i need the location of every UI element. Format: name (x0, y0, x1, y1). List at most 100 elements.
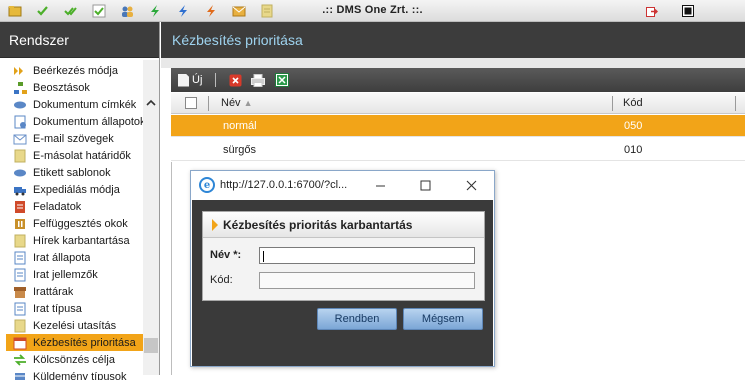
maximize-button[interactable] (410, 174, 440, 196)
cell-name: normál (223, 120, 257, 132)
sidebar-item[interactable]: Expediálás módja (6, 181, 143, 198)
grid-toolbar: Új (171, 68, 745, 92)
sidebar-item[interactable]: Irat állapota (6, 249, 143, 266)
excel-export-button[interactable] (274, 72, 290, 88)
code-field[interactable] (259, 272, 475, 289)
sidebar-item-label: E-másolat határidők (33, 150, 131, 162)
cell-code: 010 (624, 144, 642, 156)
sidebar-item[interactable]: Beosztások (6, 79, 143, 96)
sidebar-item-label: Beérkezés módja (33, 65, 118, 77)
check-box-icon[interactable] (91, 3, 107, 19)
sidebar-item[interactable]: Felfüggesztés okok (6, 215, 143, 232)
sidebar-item-label: Beosztások (33, 82, 90, 94)
tag-icon (12, 97, 28, 113)
table-row[interactable]: sürgős 010 (171, 139, 745, 161)
column-header-code[interactable]: Kód (623, 97, 643, 109)
lightning-green-icon[interactable] (147, 3, 163, 19)
arrows-icon (12, 63, 28, 79)
sidebar-item-label: Irat jellemzők (33, 269, 98, 281)
sidebar-item[interactable]: Hírek karbantartása (6, 232, 143, 249)
sidebar-item[interactable]: Irattárak (6, 283, 143, 300)
top-toolbar: .:: DMS One Zrt. ::. (0, 0, 745, 22)
sidebar-item[interactable]: Beérkezés módja (6, 62, 143, 79)
main-spacer (161, 58, 745, 68)
sidebar-item[interactable]: Kölcsönzés célja (6, 351, 143, 368)
delete-icon (229, 74, 242, 87)
scroll-up-icon[interactable] (143, 94, 159, 110)
folder-icon[interactable] (7, 3, 23, 19)
sidebar-scrollbar[interactable] (143, 60, 159, 375)
column-divider (208, 96, 209, 111)
cancel-button[interactable]: Mégsem (403, 308, 483, 330)
minimize-button[interactable] (365, 174, 395, 196)
new-button-label: Új (192, 74, 202, 86)
logout-icon[interactable] (643, 3, 659, 19)
lightning-blue-icon[interactable] (175, 3, 191, 19)
org-chart-icon (12, 80, 28, 96)
column-header-name[interactable]: Név▲ (221, 97, 252, 109)
sidebar-item[interactable]: Irat típusa (6, 300, 143, 317)
check-icon[interactable] (35, 3, 51, 19)
popup-titlebar[interactable]: e http://127.0.0.1:6700/?cl... (191, 171, 494, 200)
name-field[interactable] (259, 247, 475, 264)
popup-window: e http://127.0.0.1:6700/?cl... Kézbesíté… (190, 170, 495, 367)
sidebar-item-label: Hírek karbantartása (33, 235, 130, 247)
app-title: .:: DMS One Zrt. ::. (0, 4, 745, 16)
stop-icon[interactable] (680, 3, 696, 19)
sidebar-item[interactable]: Kézbesítés prioritása (6, 334, 143, 351)
double-check-icon[interactable] (63, 3, 79, 19)
ok-button[interactable]: Rendben (317, 308, 397, 330)
sidebar-item-label: Dokumentum állapotok (33, 116, 143, 128)
excel-icon (275, 73, 289, 87)
sidebar-item-label: Kezelési utasítás (33, 320, 116, 332)
package-icon (12, 369, 28, 380)
sort-ascending-icon: ▲ (244, 98, 253, 108)
document-icon (12, 250, 28, 266)
sidebar-item[interactable]: Etikett sablonok (6, 164, 143, 181)
sidebar-item[interactable]: Irat jellemzők (6, 266, 143, 283)
form-panel-header: Kézbesítés prioritás karbantartás (203, 212, 484, 238)
sidebar-item[interactable]: E-másolat határidők (6, 147, 143, 164)
sidebar-item-label: Feladatok (33, 201, 81, 213)
maximize-icon (420, 180, 431, 191)
note-icon[interactable] (259, 3, 275, 19)
delete-button[interactable] (227, 72, 243, 88)
select-all-checkbox[interactable] (185, 97, 197, 109)
new-button[interactable]: Új (178, 72, 202, 88)
sidebar-item[interactable]: Dokumentum címkék (6, 96, 143, 113)
note-icon (12, 233, 28, 249)
sidebar-item[interactable]: Kezelési utasítás (6, 317, 143, 334)
pause-icon (12, 216, 28, 232)
print-icon (251, 74, 265, 87)
sidebar-item-label: Expediálás módja (33, 184, 120, 196)
table-row[interactable]: normál 050 (171, 115, 745, 137)
users-icon[interactable] (119, 3, 135, 19)
column-divider[interactable] (735, 96, 736, 111)
toolbar-divider (215, 73, 216, 87)
sidebar-scroll-thumb[interactable] (144, 338, 158, 353)
close-button[interactable] (456, 174, 486, 196)
code-field-label: Kód: (210, 274, 233, 286)
sidebar-item-label: Irat állapota (33, 252, 90, 264)
sidebar-item[interactable]: Küldemény típusok (6, 368, 143, 380)
form-panel-title: Kézbesítés prioritás karbantartás (223, 218, 412, 232)
popup-body: Kézbesítés prioritás karbantartás Név *:… (192, 200, 493, 366)
column-divider[interactable] (612, 96, 613, 111)
sidebar-item[interactable]: Feladatok (6, 198, 143, 215)
sidebar-item[interactable]: E-mail szövegek (6, 130, 143, 147)
print-button[interactable] (250, 72, 266, 88)
sidebar-title: Rendszer (0, 22, 159, 58)
lightning-orange-icon[interactable] (203, 3, 219, 19)
sidebar-item-label: Kölcsönzés célja (33, 354, 115, 366)
sidebar-item[interactable]: Dokumentum állapotok (6, 113, 143, 130)
document-state-icon (12, 114, 28, 130)
document-icon (12, 301, 28, 317)
mail-icon[interactable] (231, 3, 247, 19)
calendar-icon (12, 335, 28, 351)
sidebar-item-label: E-mail szövegek (33, 133, 114, 145)
page-title: Kézbesítés prioritása (161, 22, 745, 58)
note-icon (12, 148, 28, 164)
browser-icon: e (199, 177, 215, 193)
sidebar-item-label: Kézbesítés prioritása (33, 337, 136, 349)
sidebar-item-label: Küldemény típusok (33, 371, 127, 380)
